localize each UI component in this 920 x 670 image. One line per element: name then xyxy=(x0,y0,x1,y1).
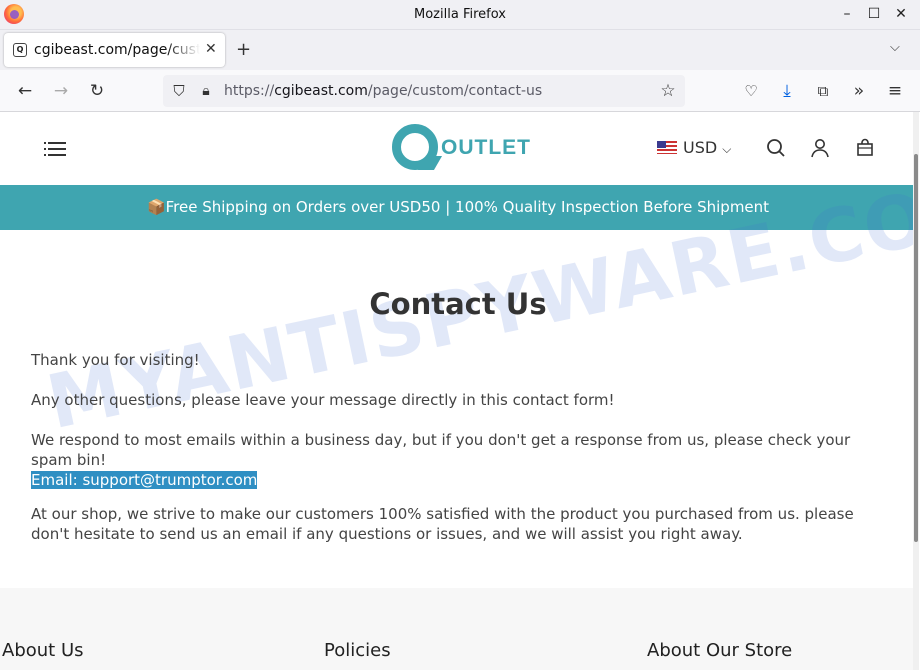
logo-text: OUTLET xyxy=(441,136,531,159)
email-label: Email: xyxy=(31,471,83,489)
paragraph-questions: Any other questions, please leave your m… xyxy=(31,391,615,409)
account-icon[interactable] xyxy=(810,138,830,160)
extensions-icon[interactable]: ⧉ xyxy=(813,81,833,101)
url-path: /page/custom/contact-us xyxy=(367,83,543,99)
outlet-logo[interactable]: OUTLET xyxy=(392,124,532,176)
pocket-icon[interactable]: ♡ xyxy=(741,81,761,101)
chevron-down-icon: ⌵ xyxy=(722,142,732,156)
footer-heading-policies: Policies xyxy=(324,640,391,661)
paragraph-email: Email: support@trumptor.com xyxy=(31,470,891,490)
scrollbar-thumb[interactable] xyxy=(914,154,918,542)
announcement-bar[interactable]: 📦Free Shipping on Orders over USD50 | 10… xyxy=(0,185,916,230)
navigation-toolbar: ← → ↻ ⛉ 🔒︎ https://cgibeast.com/page/cus… xyxy=(0,70,920,112)
minimize-button[interactable]: – xyxy=(836,4,858,24)
footer-heading-about-us: About Us xyxy=(2,640,84,661)
site-favicon-icon: Q xyxy=(13,43,27,57)
reload-icon[interactable]: ↻ xyxy=(87,81,107,101)
email-link[interactable]: support@trumptor.com xyxy=(82,471,258,489)
paragraph-satisfaction: At our shop, we strive to make our custo… xyxy=(31,505,854,543)
bookmark-star-icon[interactable]: ☆ xyxy=(658,81,678,101)
tab-contact-us[interactable]: Q cgibeast.com/page/custom/contact-us ✕ xyxy=(4,33,225,67)
tab-label: cgibeast.com/page/custom/contact-us xyxy=(34,42,200,58)
search-icon[interactable] xyxy=(766,138,786,160)
lock-icon[interactable]: 🔒︎ xyxy=(196,81,216,101)
currency-selector[interactable]: USD ⌵ xyxy=(657,138,731,158)
forward-arrow-icon[interactable]: → xyxy=(51,81,71,101)
back-arrow-icon[interactable]: ← xyxy=(15,81,35,101)
overflow-chevrons-icon[interactable]: » xyxy=(849,81,869,101)
hamburger-menu-icon[interactable] xyxy=(44,141,66,157)
paragraph-response: We respond to most emails within a busin… xyxy=(31,431,851,469)
close-window-button[interactable]: ✕ xyxy=(890,4,912,24)
url-text[interactable]: https://cgibeast.com/page/custom/contact… xyxy=(224,83,542,99)
site-header: OUTLET USD ⌵ xyxy=(0,112,916,185)
web-page: OUTLET USD ⌵ 📦Free Shipping on Orders ove… xyxy=(0,112,916,670)
app-menu-icon[interactable]: ≡ xyxy=(885,81,905,101)
page-title: Contact Us xyxy=(369,287,547,321)
page-scrollbar[interactable] xyxy=(913,112,919,670)
shopping-bag-icon[interactable] xyxy=(855,138,875,160)
us-flag-icon xyxy=(657,141,677,154)
close-tab-icon[interactable]: ✕ xyxy=(205,41,217,57)
downloads-icon[interactable]: ⤓ xyxy=(777,81,797,101)
address-bar[interactable]: ⛉ 🔒︎ https://cgibeast.com/page/custom/co… xyxy=(163,75,685,107)
window-titlebar: Mozilla Firefox – ☐ ✕ xyxy=(0,0,920,30)
paragraph-thanks: Thank you for visiting! xyxy=(31,351,200,369)
tab-bar: Q cgibeast.com/page/custom/contact-us ✕ … xyxy=(0,30,920,70)
list-all-tabs-chevron-icon[interactable]: ⌵ xyxy=(890,40,900,55)
currency-label: USD xyxy=(683,138,718,157)
site-footer: About Us Policies About Our Store xyxy=(0,588,916,670)
maximize-button[interactable]: ☐ xyxy=(863,4,885,24)
window-title: Mozilla Firefox xyxy=(414,7,506,22)
url-host: cgibeast.com xyxy=(274,83,368,99)
footer-heading-about-store: About Our Store xyxy=(647,640,793,661)
shield-icon[interactable]: ⛉ xyxy=(169,81,189,101)
new-tab-plus-icon[interactable]: + xyxy=(236,39,251,60)
url-scheme: https:// xyxy=(224,83,275,99)
